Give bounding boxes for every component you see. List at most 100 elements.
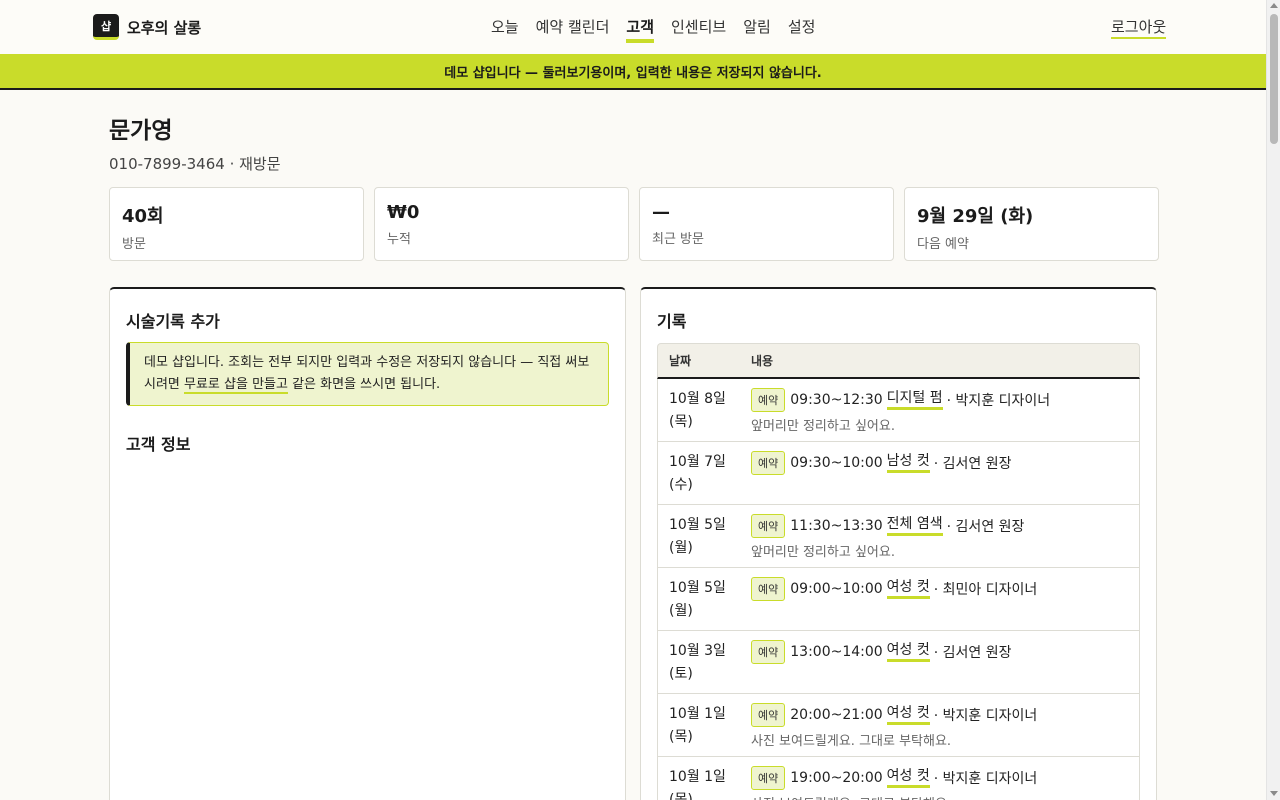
panel-title: 기록	[657, 312, 687, 331]
row-staff: · 김서연 원장	[933, 456, 1012, 472]
row-date-text: 10월 1일	[669, 706, 726, 722]
demo-notice: 데모 샵입니다. 조회는 전부 되지만 입력과 수정은 저장되지 않습니다 — …	[126, 342, 609, 406]
nav-incentive[interactable]: 인센티브	[671, 16, 726, 43]
customer-stats: 40회 방문 ₩0 누적 — 최근 방문 9월 29일 (화) 다음 예약	[109, 187, 1159, 261]
scroll-thumb[interactable]	[1270, 14, 1278, 144]
row-content: 예약 13:00~14:00 여성 컷 · 김서연 원장	[751, 640, 1139, 684]
stat-value: 9월 29일 (화)	[917, 206, 1034, 227]
nav-today[interactable]: 오늘	[491, 16, 519, 43]
notice-text: 같은 화면을 쓰시면 됩니다.	[287, 377, 441, 392]
row-staff: · 김서연 원장	[933, 645, 1012, 661]
row-time: 11:30~13:30	[790, 518, 883, 534]
row-service-link[interactable]: 여성 컷	[886, 705, 930, 725]
table-row[interactable]: 10월 1일 (목) 예약 20:00~21:00 여성 컷 · 박지훈 디자이너 사진 보…	[657, 694, 1140, 757]
row-service-link[interactable]: 전체 염색	[886, 516, 943, 536]
row-day-text: (월)	[669, 603, 693, 619]
table-row[interactable]: 10월 8일 (목) 예약 09:30~12:30 디지털 펌 · 박지훈 디자이너 앞머리…	[657, 379, 1140, 442]
status-badge: 예약	[751, 451, 786, 475]
table-row[interactable]: 10월 3일 (토) 예약 13:00~14:00 여성 컷 · 김서연 원장	[657, 631, 1140, 694]
row-staff: · 박지훈 디자이너	[933, 771, 1038, 787]
row-date-text: 10월 5일	[669, 517, 726, 533]
row-time: 20:00~21:00	[790, 707, 883, 723]
table-row[interactable]: 10월 5일 (월) 예약 11:30~13:30 전체 염색 · 김서연 원장앞머리만 …	[657, 505, 1140, 568]
panel-title: 시술기록 추가	[126, 312, 220, 331]
stat-label: 누적	[387, 232, 411, 247]
stat-value: —	[652, 202, 670, 223]
row-time: 09:30~12:30	[790, 392, 883, 408]
stat-value: 40회	[122, 206, 164, 227]
demo-banner: 데모 샵입니다 — 둘러보기용이며, 입력한 내용은 저장되지 않습니다.	[0, 54, 1266, 90]
row-date: 10월 1일 (목)	[658, 766, 751, 800]
row-time: 09:30~10:00	[790, 455, 883, 471]
stat-label: 다음 예약	[917, 237, 969, 252]
row-day-text: (목)	[669, 729, 693, 745]
history-panel: 기록 날짜 내용 10월 8일 (목) 예약 09:30~12:30 디지털 펌 · 박지…	[640, 287, 1157, 800]
row-service-link[interactable]: 디지털 펌	[886, 390, 943, 410]
row-time: 09:00~10:00	[790, 581, 883, 597]
row-staff: · 김서연 원장	[946, 519, 1025, 535]
row-content: 예약 09:30~12:30 디지털 펌 · 박지훈 디자이너 앞머리만 정리하고 싶어…	[751, 388, 1139, 434]
status-badge: 예약	[751, 640, 786, 664]
row-day-text: (토)	[669, 666, 693, 682]
row-staff: · 박지훈 디자이너	[933, 708, 1038, 724]
history-table: 날짜 내용 10월 8일 (목) 예약 09:30~12:30 디지털 펌 · 박지훈 디…	[657, 343, 1140, 800]
customer-meta: 010-7899-3464 · 재방문	[109, 155, 281, 173]
stat-last-visit: — 최근 방문	[639, 187, 894, 261]
row-service-link[interactable]: 여성 컷	[886, 642, 930, 662]
row-date: 10월 5일 (월)	[658, 577, 751, 621]
row-main-line: 예약 09:30~12:30 디지털 펌 · 박지훈 디자이너	[751, 388, 1139, 412]
row-main-line: 예약 11:30~13:30 전체 염색 · 김서연 원장	[751, 514, 1139, 538]
status-badge: 예약	[751, 766, 786, 790]
add-record-panel: 시술기록 추가 데모 샵입니다. 조회는 전부 되지만 입력과 수정은 저장되지…	[109, 287, 626, 800]
nav-notifications[interactable]: 알림	[743, 16, 771, 43]
row-content: 예약 20:00~21:00 여성 컷 · 박지훈 디자이너 사진 보여드릴게요. 그대…	[751, 703, 1139, 749]
stat-value: ₩0	[387, 202, 420, 223]
row-date: 10월 7일 (수)	[658, 451, 751, 495]
brand-logo-icon: 샵	[93, 14, 119, 40]
row-main-line: 예약 19:00~20:00 여성 컷 · 박지훈 디자이너	[751, 766, 1139, 790]
row-memo: 앞머리만 정리하고 싶어요.	[751, 545, 895, 560]
row-content: 예약 09:30~10:00 남성 컷 · 김서연 원장	[751, 451, 1139, 495]
nav-settings[interactable]: 설정	[788, 16, 816, 43]
column-header-date: 날짜	[669, 354, 692, 368]
status-badge: 예약	[751, 703, 786, 727]
row-content: 예약 09:00~10:00 여성 컷 · 최민아 디자이너	[751, 577, 1139, 621]
row-memo: 사진 보여드릴게요. 그대로 부탁해요.	[751, 793, 1139, 800]
stat-visits: 40회 방문	[109, 187, 364, 261]
row-main-line: 예약 13:00~14:00 여성 컷 · 김서연 원장	[751, 640, 1139, 664]
scroll-up-icon[interactable]	[1270, 3, 1278, 8]
row-date-text: 10월 3일	[669, 643, 726, 659]
customer-name: 문가영	[109, 118, 173, 144]
main-nav: 오늘 예약 캘린더 고객 인센티브 알림 설정	[491, 16, 815, 43]
row-time: 19:00~20:00	[790, 770, 883, 786]
row-time: 13:00~14:00	[790, 644, 883, 660]
row-date: 10월 1일 (목)	[658, 703, 751, 747]
table-body: 10월 8일 (목) 예약 09:30~12:30 디지털 펌 · 박지훈 디자이너 앞머리…	[657, 379, 1140, 800]
row-main-line: 예약 09:00~10:00 여성 컷 · 최민아 디자이너	[751, 577, 1139, 601]
table-row[interactable]: 10월 7일 (수) 예약 09:30~10:00 남성 컷 · 김서연 원장	[657, 442, 1140, 505]
stat-total: ₩0 누적	[374, 187, 629, 261]
table-row[interactable]: 10월 1일 (목) 예약19:00~20:00여성 컷· 박지훈 디자이너사진 보…	[657, 757, 1140, 800]
row-date: 10월 5일 (월)	[658, 514, 751, 558]
row-day-text: (수)	[669, 477, 693, 493]
row-day-text: (목)	[669, 792, 693, 800]
row-main-line: 예약 20:00~21:00 여성 컷 · 박지훈 디자이너	[751, 703, 1139, 727]
status-badge: 예약	[751, 388, 786, 412]
row-date-text: 10월 8일	[669, 391, 726, 407]
row-staff: · 박지훈 디자이너	[946, 393, 1051, 409]
create-shop-link[interactable]: 무료로 샵을 만들고	[184, 377, 288, 394]
stat-label: 방문	[122, 237, 146, 252]
nav-calendar[interactable]: 예약 캘린더	[536, 16, 610, 43]
table-row[interactable]: 10월 5일 (월) 예약 09:00~10:00 여성 컷 · 최민아 디자이너	[657, 568, 1140, 631]
nav-customers[interactable]: 고객	[626, 16, 654, 43]
row-service-link[interactable]: 여성 컷	[886, 579, 930, 599]
scroll-down-icon[interactable]	[1270, 791, 1278, 796]
row-main-line: 예약 09:30~10:00 남성 컷 · 김서연 원장	[751, 451, 1139, 475]
row-service-link[interactable]: 여성 컷	[886, 768, 930, 788]
status-badge: 예약	[751, 577, 786, 601]
brand[interactable]: 샵 오후의 살롱	[93, 14, 201, 40]
row-date: 10월 8일 (목)	[658, 388, 751, 432]
page-scrollbar[interactable]	[1266, 0, 1280, 800]
row-service-link[interactable]: 남성 컷	[886, 453, 930, 473]
logout-link[interactable]: 로그아웃	[1111, 16, 1167, 39]
